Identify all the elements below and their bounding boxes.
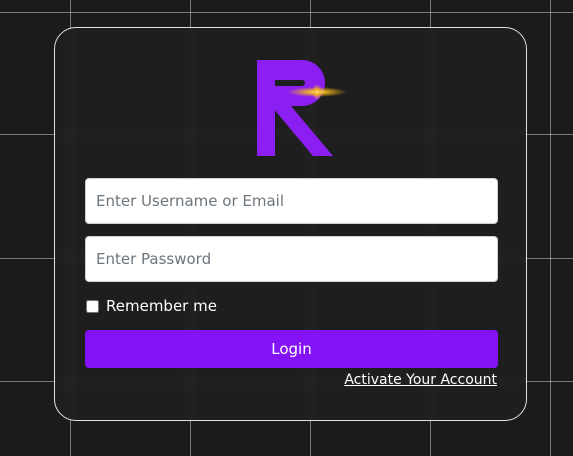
r-letter-logo-icon [257,60,347,156]
grid-line [0,12,573,13]
grid-line [550,0,551,456]
login-card: Remember me Login Activate Your Account [54,27,527,421]
username-input[interactable] [85,178,498,224]
remember-me-row: Remember me [85,296,217,316]
remember-me-label[interactable]: Remember me [106,297,217,315]
remember-me-checkbox[interactable] [86,299,99,313]
activate-account-link[interactable]: Activate Your Account [344,372,497,388]
login-button[interactable]: Login [85,330,498,368]
password-input[interactable] [85,236,498,282]
